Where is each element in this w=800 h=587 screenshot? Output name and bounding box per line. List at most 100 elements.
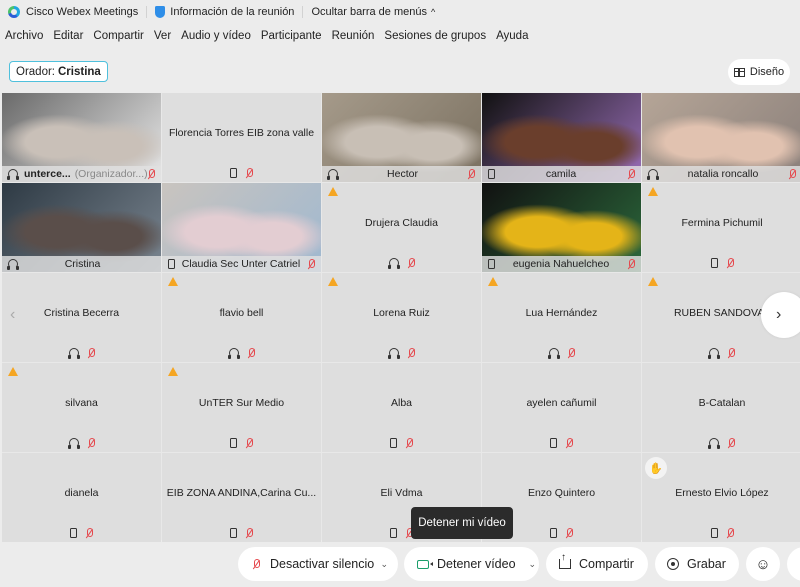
participant-tile[interactable]: Fermina Pichumil <box>642 183 800 272</box>
participant-name: Enzo Quintero <box>527 487 596 499</box>
participant-tile[interactable]: unterce... (Organizador...) <box>2 93 161 182</box>
phone-icon <box>550 438 557 448</box>
headset-icon <box>327 169 339 180</box>
record-label: Grabar <box>687 557 726 571</box>
menu-participante[interactable]: Participante <box>256 30 327 42</box>
participant-name-text: natalia roncallo <box>687 168 759 180</box>
participant-name-text: unterce... <box>24 168 71 180</box>
participant-name: Cristina <box>18 258 147 270</box>
record-button[interactable]: Grabar <box>655 547 739 581</box>
share-button[interactable]: Compartir <box>546 547 648 581</box>
participant-tile[interactable]: Drujera Claudia <box>322 183 481 272</box>
mic-muted-icon <box>726 257 734 269</box>
previous-page-button[interactable]: ‹ <box>10 306 15 324</box>
participant-status-icons <box>162 525 321 541</box>
warning-icon <box>328 187 338 196</box>
phone-icon <box>488 259 495 269</box>
participant-name-bar: Claudia Sec Unter Catriel <box>162 256 321 272</box>
participant-status-icons <box>642 345 800 361</box>
phone-icon <box>390 528 397 538</box>
participant-tile[interactable]: Lorena Ruiz <box>322 273 481 362</box>
participant-tile[interactable]: Claudia Sec Unter Catriel <box>162 183 321 272</box>
participant-tile[interactable]: Hector <box>322 93 481 182</box>
participant-status-icons <box>2 435 161 451</box>
headset-icon <box>647 169 659 180</box>
webex-logo-icon <box>8 6 20 18</box>
mic-muted-icon <box>467 168 475 180</box>
next-page-button[interactable]: › <box>761 292 800 338</box>
participant-tile[interactable]: natalia roncallo <box>642 93 800 182</box>
participant-tile[interactable]: ayelen cañumil <box>482 363 641 452</box>
headset-icon <box>387 348 400 359</box>
hide-menu-bar-button[interactable]: Ocultar barra de menús ^ <box>303 5 443 19</box>
participant-name: unterce... (Organizador...) <box>18 168 147 180</box>
participant-name: Ernesto Elvio López <box>675 487 769 499</box>
menu-compartir[interactable]: Compartir <box>88 30 148 42</box>
headset-icon <box>67 438 80 449</box>
participant-name-bar: Cristina <box>2 256 161 272</box>
menu-reunion[interactable]: Reunión <box>327 30 380 42</box>
stop-video-button[interactable]: Detener vídeo ⌄ <box>404 547 539 581</box>
mic-muted-icon <box>245 167 253 179</box>
participant-tile[interactable]: Lua Hernández <box>482 273 641 362</box>
warning-icon <box>488 277 498 286</box>
participant-tile[interactable]: eugenia Nahuelcheo <box>482 183 641 272</box>
reactions-button[interactable]: ☺ <box>746 547 780 581</box>
menu-editar[interactable]: Editar <box>48 30 88 42</box>
menu-audio-video[interactable]: Audio y vídeo <box>176 30 256 42</box>
participant-name-text: Cristina <box>64 258 101 270</box>
menu-ver[interactable]: Ver <box>149 30 176 42</box>
participant-tile[interactable]: camila <box>482 93 641 182</box>
mic-muted-icon <box>567 347 575 359</box>
participant-role: (Organizador...) <box>74 168 147 180</box>
menu-archivo[interactable]: Archivo <box>0 30 48 42</box>
more-button[interactable] <box>787 547 800 581</box>
participant-name: EIB ZONA ANDINA,Carina Cu... <box>166 487 317 499</box>
mic-muted-icon <box>627 168 635 180</box>
mic-muted-icon <box>407 257 415 269</box>
participant-tile[interactable]: B-Catalan <box>642 363 800 452</box>
participant-name: Claudia Sec Unter Catriel <box>175 258 307 270</box>
participant-tile[interactable]: Cristina <box>2 183 161 272</box>
headset-icon <box>227 348 240 359</box>
phone-icon <box>488 169 495 179</box>
phone-icon <box>390 438 397 448</box>
participant-tile[interactable]: Florencia Torres EIB zona valle <box>162 93 321 182</box>
participant-tile[interactable]: Alba <box>322 363 481 452</box>
audio-options-chevron-icon[interactable]: ⌄ <box>380 559 388 570</box>
phone-icon <box>710 528 718 538</box>
participant-tile[interactable]: dianela <box>2 453 161 542</box>
participant-tile[interactable]: UnTER Sur Medio <box>162 363 321 452</box>
participant-status-icons <box>642 435 800 451</box>
speaker-label: Orador: <box>16 65 55 78</box>
participant-name-text: Claudia Sec Unter Catriel <box>181 258 301 270</box>
grid-layout-icon <box>733 67 745 77</box>
mic-muted-icon <box>245 437 253 449</box>
mic-muted-icon <box>727 437 735 449</box>
participant-name: B-Catalan <box>698 397 746 409</box>
participant-tile[interactable]: silvana <box>2 363 161 452</box>
unmute-button[interactable]: Desactivar silencio ⌄ <box>238 547 398 581</box>
participant-name-bar: eugenia Nahuelcheo <box>482 256 641 272</box>
meeting-info-button[interactable]: Información de la reunión <box>147 5 302 19</box>
menu-ayuda[interactable]: Ayuda <box>491 30 533 42</box>
participant-name-bar: Hector <box>322 166 481 182</box>
mic-muted-icon <box>727 347 735 359</box>
chevron-left-icon: ‹ <box>10 306 16 323</box>
participant-tile[interactable]: Cristina Becerra <box>2 273 161 362</box>
share-label: Compartir <box>579 557 634 571</box>
participant-tile[interactable]: flavio bell <box>162 273 321 362</box>
participant-name: Drujera Claudia <box>365 217 438 229</box>
participant-status-icons <box>482 435 641 451</box>
mic-muted-icon <box>565 437 573 449</box>
participant-tile[interactable]: EIB ZONA ANDINA,Carina Cu... <box>162 453 321 542</box>
menu-sesiones-grupos[interactable]: Sesiones de grupos <box>379 30 491 42</box>
layout-button[interactable]: Diseño <box>728 59 790 85</box>
mic-muted-icon <box>407 347 415 359</box>
participant-status-icons <box>162 165 321 181</box>
phone-icon <box>230 438 237 448</box>
participant-name: camila <box>495 168 627 180</box>
video-options-chevron-icon[interactable]: ⌄ <box>528 559 536 570</box>
hide-menu-label: Ocultar barra de menús <box>311 6 427 18</box>
mic-muted-icon <box>245 527 253 539</box>
